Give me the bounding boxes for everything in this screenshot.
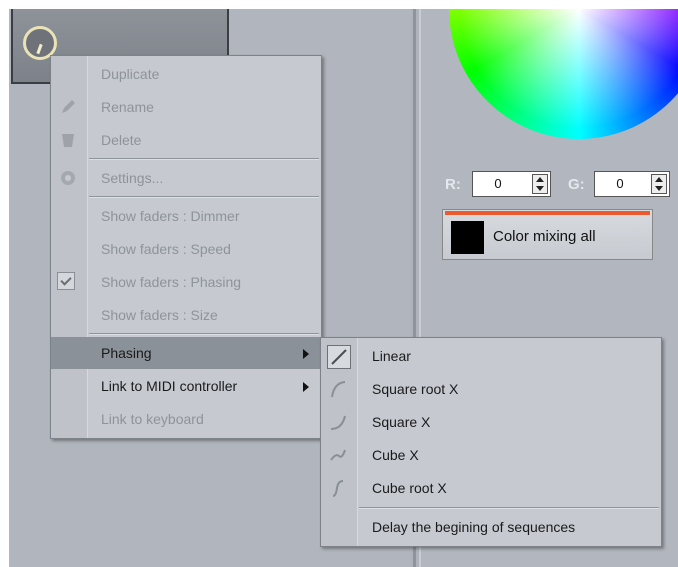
r-spinbox[interactable]: 0 [472,171,551,197]
g-value[interactable]: 0 [595,172,645,196]
menu-item-show-faders-phasing[interactable]: Show faders : Phasing [51,266,321,299]
submenu-item-cube[interactable]: Cube X [321,439,661,472]
submenu-item-square[interactable]: Square X [321,406,661,439]
menu-item-label: Settings... [101,170,164,186]
menu-item-delete[interactable]: Delete [51,124,321,157]
menu-item-label: Square X [372,414,431,430]
menu-separator [359,507,659,509]
linear-curve-icon [327,345,351,369]
menu-item-label: Show faders : Speed [101,241,231,257]
g-spinbox[interactable]: 0 [594,171,670,197]
spin-down-icon[interactable] [655,186,663,191]
submenu-item-cube-root[interactable]: Cube root X [321,472,661,505]
menu-item-label: Duplicate [101,66,160,82]
menu-item-label: Show faders : Phasing [101,274,242,290]
menu-item-phasing[interactable]: Phasing [51,337,321,369]
color-mixing-label: Color mixing all [493,228,596,245]
color-wheel[interactable] [449,9,678,139]
menu-item-label: Link to MIDI controller [101,378,238,394]
cube-root-curve-icon [327,477,351,501]
menu-item-label: Linear [372,348,411,364]
menu-item-link-keyboard[interactable]: Link to keyboard [51,403,321,436]
spin-up-icon[interactable] [536,177,544,182]
submenu-item-delay-sequences[interactable]: Delay the begining of sequences [321,511,661,544]
menu-item-label: Show faders : Size [101,307,218,323]
gear-icon [61,171,75,185]
menu-separator [89,196,319,198]
menu-item-settings[interactable]: Settings... [51,162,321,195]
r-spin-arrows[interactable] [532,174,548,194]
menu-item-label: Delay the begining of sequences [372,519,576,535]
menu-item-show-faders-speed[interactable]: Show faders : Speed [51,233,321,266]
menu-item-label: Link to keyboard [101,411,204,427]
menu-item-label: Rename [101,99,154,115]
submenu-arrow-icon [303,382,309,392]
menu-item-rename[interactable]: Rename [51,91,321,124]
checkmark-icon [57,272,75,290]
menu-item-show-faders-size[interactable]: Show faders : Size [51,299,321,332]
menu-item-label: Show faders : Dimmer [101,208,240,224]
phasing-submenu: Linear Square root X Square X Cube X Cub… [320,337,662,547]
menu-item-label: Square root X [372,381,459,397]
menu-item-label: Phasing [101,345,152,361]
g-label: G: [568,176,585,193]
r-value[interactable]: 0 [473,172,523,196]
spin-down-icon[interactable] [536,186,544,191]
context-menu: Duplicate Rename Delete Settings... Show… [50,55,322,439]
menu-separator [89,158,319,160]
cube-curve-icon [327,444,351,468]
submenu-item-square-root[interactable]: Square root X [321,373,661,406]
g-spin-arrows[interactable] [651,174,667,194]
pencil-icon [62,100,75,113]
menu-item-show-faders-dimmer[interactable]: Show faders : Dimmer [51,200,321,233]
square-root-curve-icon [327,378,351,402]
spin-up-icon[interactable] [655,177,663,182]
square-curve-icon [327,411,351,435]
menu-item-label: Delete [101,132,142,148]
color-mixing-button[interactable]: Color mixing all [442,209,653,260]
menu-item-duplicate[interactable]: Duplicate [51,58,321,91]
r-label: R: [445,176,461,193]
submenu-item-linear[interactable]: Linear [321,340,661,373]
rgb-row: R: 0 G: 0 [421,171,678,199]
accent-bar [445,211,650,215]
menu-item-label: Cube root X [372,480,447,496]
submenu-arrow-icon [303,349,309,359]
menu-item-label: Cube X [372,447,419,463]
menu-item-link-midi[interactable]: Link to MIDI controller [51,370,321,403]
color-swatch [451,221,484,254]
menu-separator [89,333,319,335]
trash-icon [62,134,74,147]
